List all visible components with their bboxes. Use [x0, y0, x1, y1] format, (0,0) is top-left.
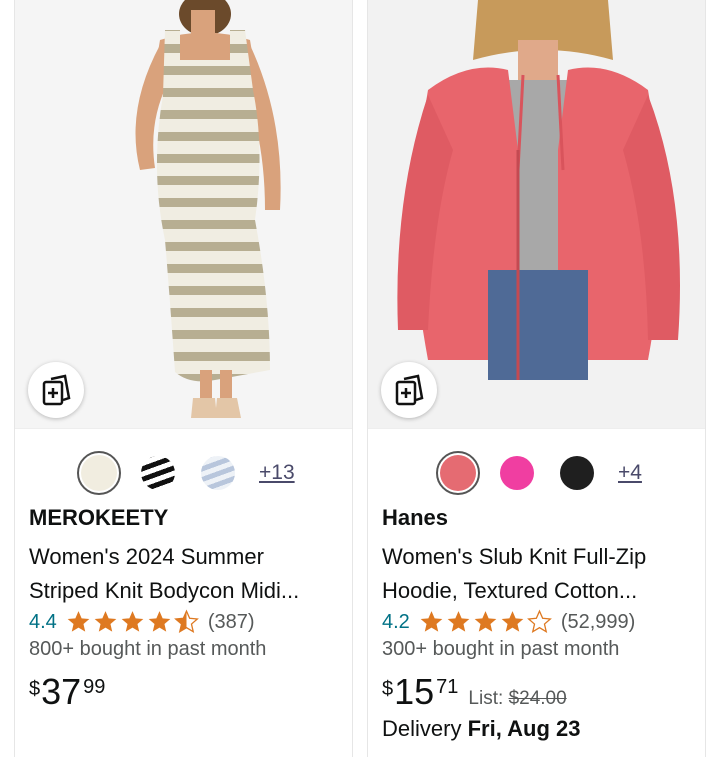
product-price: $ 15 71 List: $24.00 — [382, 672, 567, 712]
color-swatch-selected[interactable] — [436, 451, 480, 495]
star-half-icon — [173, 609, 199, 633]
star-full-icon — [420, 611, 443, 632]
price-currency: $ — [382, 678, 394, 700]
product-title[interactable]: Women's Slub Knit Full-Zip Hoodie, Textu… — [382, 540, 700, 608]
product-brand: MEROKEETY — [29, 505, 169, 530]
star-rating-icon — [65, 609, 200, 635]
price-fraction: 99 — [83, 676, 106, 698]
star-full-icon — [94, 611, 117, 632]
list-price-label: List: — [468, 688, 504, 709]
product-price: $ 37 99 — [29, 672, 105, 712]
price-currency: $ — [29, 678, 41, 700]
star-full-icon — [447, 611, 470, 632]
star-full-icon — [474, 611, 497, 632]
view-similar-button[interactable] — [28, 362, 84, 418]
view-similar-icon — [42, 374, 71, 406]
price-fraction: 71 — [436, 676, 459, 698]
more-colors-link[interactable]: +13 — [259, 461, 295, 485]
bought-in-past-month: 800+ bought in past month — [29, 638, 267, 660]
product-card-hanes[interactable]: +4 Hanes Women's Slub Knit Full-Zip Hood… — [367, 0, 706, 757]
rating-row[interactable]: 4.4 (387) — [29, 607, 255, 637]
star-full-icon — [67, 611, 90, 632]
star-full-icon — [501, 611, 524, 632]
rating-value: 4.4 — [29, 610, 57, 633]
delivery-date: Fri, Aug 23 — [467, 716, 581, 741]
color-swatches: +13 — [77, 451, 295, 495]
review-count: (52,999) — [560, 610, 636, 633]
color-swatch[interactable] — [498, 454, 536, 492]
review-count: (387) — [207, 610, 255, 633]
product-title-line2: Hoodie, Textured Cotton... — [382, 578, 638, 603]
list-price-value: $24.00 — [508, 688, 567, 709]
color-swatch[interactable] — [558, 454, 596, 492]
delivery-info: Delivery Fri, Aug 23 — [382, 716, 580, 742]
delivery-label: Delivery — [382, 716, 462, 741]
price-whole: 37 — [41, 671, 82, 712]
product-title-line1: Women's Slub Knit Full-Zip — [382, 544, 647, 569]
price-whole: 15 — [394, 671, 435, 712]
star-full-icon — [148, 611, 171, 632]
product-brand: Hanes — [382, 505, 449, 530]
star-empty-icon — [526, 609, 552, 633]
bought-in-past-month: 300+ bought in past month — [382, 638, 620, 660]
star-rating-icon — [418, 609, 553, 635]
product-title-line1: Women's 2024 Summer — [29, 544, 264, 569]
more-colors-link[interactable]: +4 — [618, 461, 642, 485]
rating-value: 4.2 — [382, 610, 410, 633]
color-swatch-selected[interactable] — [77, 451, 121, 495]
view-similar-button[interactable] — [381, 362, 437, 418]
color-swatch[interactable] — [139, 454, 177, 492]
product-title-line2: Striped Knit Bodycon Midi... — [29, 578, 300, 603]
color-swatch[interactable] — [199, 454, 237, 492]
list-price: List: $24.00 — [468, 688, 566, 710]
rating-row[interactable]: 4.2 (52,999) — [382, 607, 635, 637]
product-title[interactable]: Women's 2024 Summer Striped Knit Bodycon… — [29, 540, 347, 608]
view-similar-icon — [395, 374, 424, 406]
product-card-merokeety[interactable]: +13 MEROKEETY Women's 2024 Summer Stripe… — [14, 0, 353, 757]
star-full-icon — [121, 611, 144, 632]
color-swatches: +4 — [436, 451, 642, 495]
